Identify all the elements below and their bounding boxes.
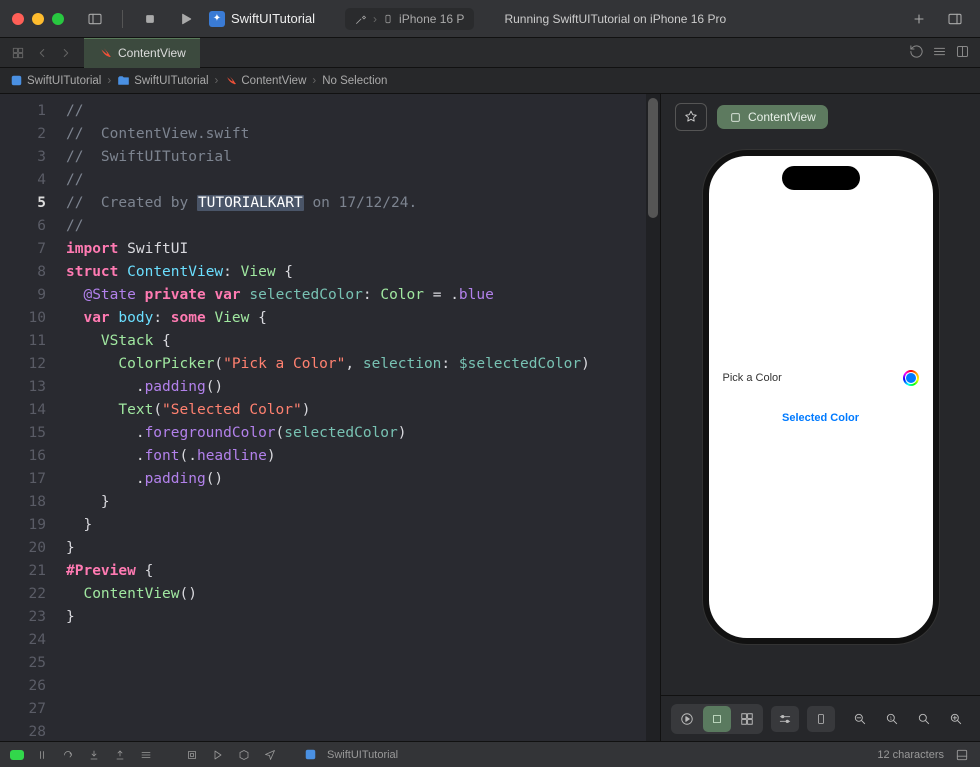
debug-view-icon[interactable] <box>138 749 154 761</box>
breadcrumb-folder[interactable]: SwiftUITutorial <box>134 75 208 87</box>
zoom-out-button[interactable] <box>846 706 874 732</box>
project-name: SwiftUITutorial <box>231 11 315 26</box>
folder-icon <box>117 74 130 87</box>
code-editor[interactable]: 1234567891011121314151617181920212223242… <box>0 94 660 741</box>
toggle-navigator-icon[interactable] <box>82 8 108 30</box>
related-items-icon[interactable] <box>8 43 28 63</box>
hammer-icon <box>355 13 367 25</box>
tab-filename: ContentView <box>118 46 186 60</box>
step-into-icon[interactable] <box>86 749 102 761</box>
stop-button[interactable] <box>137 8 163 30</box>
run-button[interactable] <box>173 8 199 30</box>
nav-back-button[interactable] <box>32 43 52 63</box>
breadcrumb-project[interactable]: SwiftUITutorial <box>27 75 101 87</box>
pause-icon[interactable] <box>34 749 50 761</box>
app-icon: ✦ <box>209 11 225 27</box>
code-content[interactable]: //// ContentView.swift// SwiftUITutorial… <box>56 94 660 741</box>
swift-file-icon <box>98 46 112 60</box>
preview-content: Pick a Color Selected Color <box>709 156 933 638</box>
color-picker-label: Pick a Color <box>723 372 782 384</box>
preview-canvas[interactable]: Pick a Color Selected Color <box>661 140 980 695</box>
jump-bar[interactable]: SwiftUITutorial › SwiftUITutorial › Cont… <box>0 68 980 94</box>
scheme-selector[interactable]: ✦ SwiftUITutorial <box>209 11 315 27</box>
adjust-editor-icon[interactable] <box>932 44 947 62</box>
selection-info: 12 characters <box>877 749 944 761</box>
preview-target-badge[interactable]: ContentView <box>717 105 828 129</box>
separator <box>122 10 123 28</box>
preview-device-button[interactable] <box>807 706 835 732</box>
color-well-icon[interactable] <box>903 370 919 386</box>
debug-3d-icon[interactable] <box>236 749 252 761</box>
device-name: iPhone 16 P <box>399 12 464 26</box>
iphone-icon <box>383 12 393 26</box>
refresh-icon[interactable] <box>909 44 924 62</box>
window-controls <box>12 13 64 25</box>
color-picker-row[interactable]: Pick a Color <box>723 370 919 386</box>
debug-location-icon[interactable] <box>262 749 278 761</box>
debug-process-name[interactable]: SwiftUITutorial <box>327 749 398 761</box>
vertical-scrollbar[interactable] <box>646 94 660 741</box>
preview-toolbar: ContentView <box>661 94 980 140</box>
zoom-fit-button[interactable]: 1 <box>878 706 906 732</box>
breadcrumb-selection[interactable]: No Selection <box>322 75 387 87</box>
line-gutter: 1234567891011121314151617181920212223242… <box>0 94 56 741</box>
status-bar: SwiftUITutorial 12 characters <box>0 741 980 767</box>
project-icon <box>10 74 23 87</box>
step-out-icon[interactable] <box>112 749 128 761</box>
zoom-window-button[interactable] <box>52 13 64 25</box>
zoom-controls: 1 <box>846 706 970 732</box>
breadcrumb-file[interactable]: ContentView <box>241 75 306 87</box>
tab-bar: ContentView <box>0 38 980 68</box>
preview-mode-group <box>671 704 763 734</box>
add-button[interactable] <box>906 8 932 30</box>
debug-memory-icon[interactable] <box>184 749 200 761</box>
scrollbar-thumb[interactable] <box>648 98 658 218</box>
activity-status: Running SwiftUITutorial on iPhone 16 Pro <box>504 12 896 26</box>
pin-preview-button[interactable] <box>675 103 707 131</box>
minimize-window-button[interactable] <box>32 13 44 25</box>
zoom-actual-button[interactable] <box>910 706 938 732</box>
app-icon <box>304 748 317 761</box>
nav-forward-button[interactable] <box>56 43 76 63</box>
preview-panel: ContentView Pick a Color Selected Color <box>660 94 980 741</box>
swift-file-icon <box>224 74 237 87</box>
debug-hierarchy-icon[interactable] <box>210 749 226 761</box>
close-window-button[interactable] <box>12 13 24 25</box>
device-settings-button[interactable] <box>771 706 799 732</box>
preview-bottom-toolbar: 1 <box>661 695 980 741</box>
selectable-preview-button[interactable] <box>703 706 731 732</box>
editor-tab[interactable]: ContentView <box>84 38 200 68</box>
toggle-debug-area-icon[interactable] <box>954 748 970 762</box>
selected-color-text: Selected Color <box>723 412 919 424</box>
main-area: 1234567891011121314151617181920212223242… <box>0 94 980 741</box>
titlebar: ✦ SwiftUITutorial › iPhone 16 P Running … <box>0 0 980 38</box>
struct-icon <box>729 111 742 124</box>
variants-button[interactable] <box>733 706 761 732</box>
iphone-preview-frame: Pick a Color Selected Color <box>703 150 939 644</box>
live-preview-button[interactable] <box>673 706 701 732</box>
build-success-indicator[interactable] <box>10 750 24 760</box>
device-selector[interactable]: › iPhone 16 P <box>345 8 474 30</box>
step-over-icon[interactable] <box>60 749 76 761</box>
svg-text:1: 1 <box>890 715 893 720</box>
zoom-in-button[interactable] <box>942 706 970 732</box>
preview-badge-label: ContentView <box>748 110 816 124</box>
library-button[interactable] <box>942 8 968 30</box>
add-editor-icon[interactable] <box>955 44 970 62</box>
